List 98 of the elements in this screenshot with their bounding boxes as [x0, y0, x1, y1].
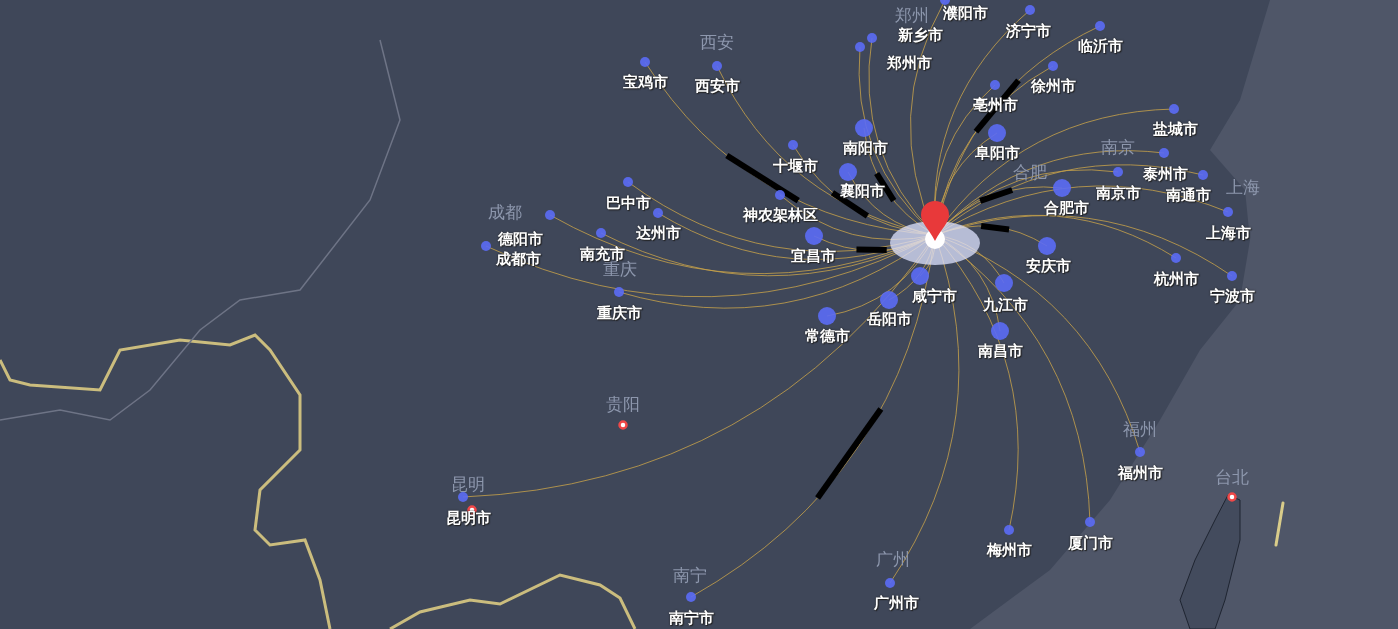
- map-pin-icon: [921, 201, 949, 241]
- island-line: [1274, 501, 1285, 547]
- city-label: 福州市: [1117, 465, 1163, 482]
- city-label: 十堰市: [772, 158, 818, 175]
- city-dot: [839, 163, 857, 181]
- city-label: 常德市: [804, 328, 850, 345]
- city-label: 宜昌市: [790, 248, 836, 265]
- city-label: 襄阳市: [839, 183, 885, 200]
- region-label: 上海: [1226, 178, 1260, 197]
- city-dot: [855, 42, 865, 52]
- trail-mark: [980, 223, 1010, 233]
- city-dot: [1085, 517, 1095, 527]
- city-label: 梅州市: [986, 542, 1032, 559]
- city-label: 南宁市: [668, 610, 714, 627]
- city-dot: [867, 33, 877, 43]
- trail-mark: [856, 246, 887, 253]
- city-label: 咸宁市: [911, 288, 957, 305]
- city-dot: [614, 287, 624, 297]
- city-label: 安庆市: [1025, 258, 1071, 275]
- region-label: 重庆: [603, 260, 637, 279]
- city-dot: [995, 274, 1013, 292]
- city-label: 宁波市: [1209, 288, 1255, 305]
- city-dot: [1135, 447, 1145, 457]
- region-label: 郑州: [895, 6, 929, 25]
- trail-mark: [979, 187, 1014, 204]
- city-label: 南昌市: [977, 343, 1023, 360]
- city-label: 南阳市: [842, 140, 888, 157]
- city-label: 合肥市: [1043, 200, 1089, 217]
- capital-marker: [618, 420, 628, 430]
- city-label: 厦门市: [1067, 535, 1113, 552]
- city-dot: [1223, 207, 1233, 217]
- city-label: 神农架林区: [742, 207, 818, 224]
- city-label: 阜阳市: [974, 145, 1020, 162]
- city-dot: [991, 322, 1009, 340]
- city-dot: [1113, 167, 1123, 177]
- region-label: 台北: [1215, 468, 1249, 487]
- region-label: 昆明: [451, 475, 485, 494]
- city-dot: [1025, 5, 1035, 15]
- capital-marker: [1227, 492, 1237, 502]
- city-dot: [880, 291, 898, 309]
- city-dot: [988, 124, 1006, 142]
- city-label: 南京市: [1095, 185, 1141, 202]
- city-label: 临沂市: [1077, 38, 1123, 55]
- region-label: 南宁: [673, 566, 707, 585]
- city-dot: [1053, 179, 1071, 197]
- city-dot: [545, 210, 555, 220]
- city-dot: [1095, 21, 1105, 31]
- region-label: 贵阳: [606, 395, 640, 414]
- city-label: 德阳市: [497, 231, 543, 248]
- city-dot: [1159, 148, 1169, 158]
- city-dot: [885, 578, 895, 588]
- city-dot: [1004, 525, 1014, 535]
- city-dot: [481, 241, 491, 251]
- city-dot: [990, 80, 1000, 90]
- city-dot: [623, 177, 633, 187]
- city-label: 南通市: [1165, 187, 1211, 204]
- city-dot: [911, 267, 929, 285]
- city-dot: [788, 140, 798, 150]
- city-label: 昆明市: [445, 510, 491, 527]
- city-label: 亳州市: [972, 97, 1018, 114]
- city-label: 岳阳市: [866, 311, 912, 328]
- city-label: 杭州市: [1153, 271, 1199, 288]
- city-label: 九江市: [982, 297, 1028, 314]
- city-label: 成都市: [495, 251, 541, 268]
- city-dot: [596, 228, 606, 238]
- region-label: 福州: [1123, 420, 1157, 439]
- city-dot: [653, 208, 663, 218]
- city-label: 濮阳市: [942, 5, 988, 22]
- city-label: 宝鸡市: [622, 74, 668, 91]
- city-dot: [1171, 253, 1181, 263]
- city-label: 济宁市: [1005, 23, 1051, 40]
- city-dot: [458, 492, 468, 502]
- city-dot: [1169, 104, 1179, 114]
- city-label: 新乡市: [897, 27, 943, 44]
- city-label: 西安市: [694, 78, 740, 95]
- city-dot: [818, 307, 836, 325]
- region-label: 成都: [488, 203, 522, 222]
- city-label: 徐州市: [1030, 78, 1076, 95]
- city-dot: [686, 592, 696, 602]
- city-dot: [775, 190, 785, 200]
- region-label: 西安: [700, 33, 734, 52]
- city-dot: [1198, 170, 1208, 180]
- city-dot: [1048, 61, 1058, 71]
- city-label: 郑州市: [886, 55, 932, 72]
- region-label: 广州: [876, 550, 910, 569]
- city-label: 盐城市: [1152, 121, 1198, 138]
- city-dot: [1038, 237, 1056, 255]
- city-label: 广州市: [873, 595, 919, 612]
- city-label: 上海市: [1205, 225, 1251, 242]
- city-dot: [1227, 271, 1237, 281]
- city-label: 重庆市: [596, 305, 642, 322]
- city-dot: [712, 61, 722, 71]
- city-dot: [855, 119, 873, 137]
- city-dot: [805, 227, 823, 245]
- city-label: 巴中市: [605, 195, 651, 212]
- city-label: 泰州市: [1142, 166, 1188, 183]
- city-dot: [640, 57, 650, 67]
- city-label: 达州市: [635, 225, 681, 242]
